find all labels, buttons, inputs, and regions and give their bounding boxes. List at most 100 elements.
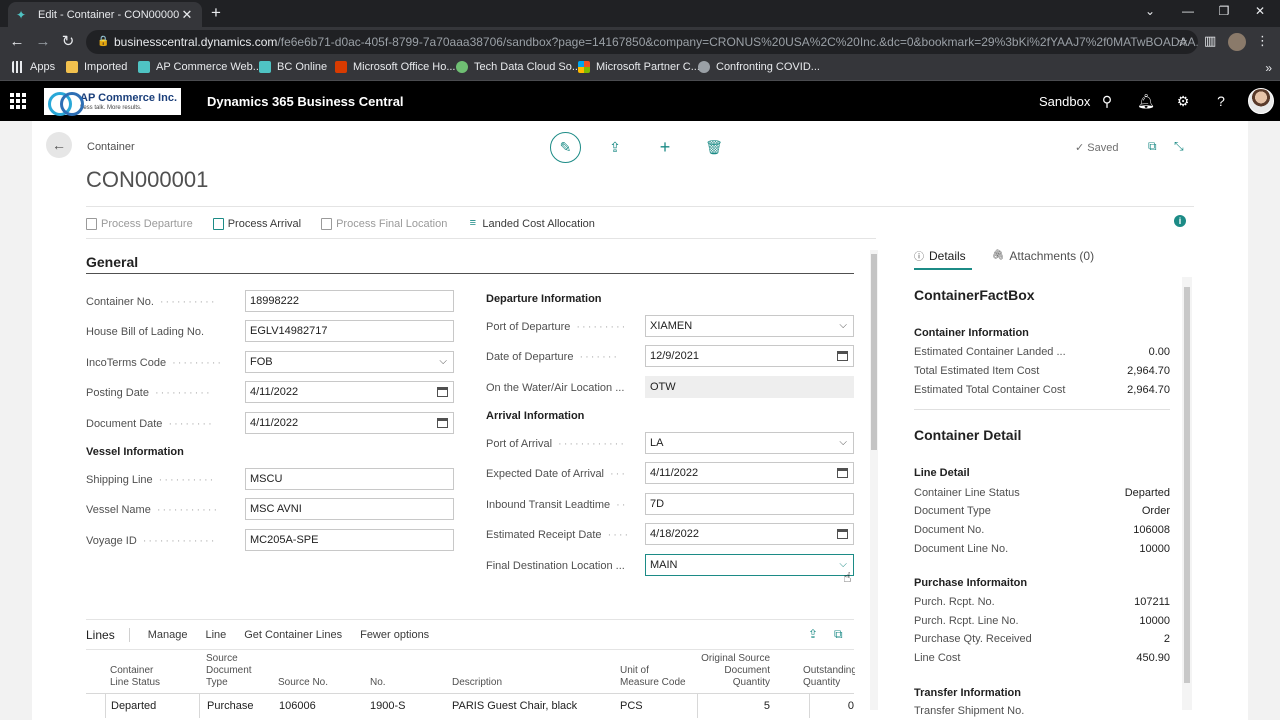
tab-details[interactable]: ⓘ Details <box>914 248 966 264</box>
col-source-document-type[interactable]: Source Document Type <box>206 653 276 689</box>
info-icon[interactable]: i <box>1174 215 1186 227</box>
fb-purchase-qty-received[interactable]: Purchase Qty. Received 2 <box>914 633 1170 647</box>
bookmark-partner[interactable]: Microsoft Partner C... <box>578 61 700 73</box>
cell-original-qty[interactable]: 5 <box>700 700 770 712</box>
col-source-no[interactable]: Source No. <box>278 677 358 689</box>
edit-pencil-icon[interactable]: ✎ <box>550 132 581 163</box>
document-date-input[interactable]: 4/11/2022 <box>245 412 454 434</box>
expand-icon[interactable]: ⧉ <box>834 627 843 642</box>
fb-document-line-no[interactable]: Document Line No. 10000 <box>914 543 1170 557</box>
date-of-departure-input[interactable]: 12/9/2021 <box>645 345 854 367</box>
bookmark-imported[interactable]: Imported <box>66 61 127 73</box>
col-no[interactable]: No. <box>370 677 430 689</box>
delete-trash-icon[interactable]: 🗑︎ <box>704 137 724 157</box>
port-of-arrival-select[interactable]: LA ⌵ <box>645 432 854 454</box>
general-section-title[interactable]: General <box>86 254 138 270</box>
lines-line-action[interactable]: Line <box>205 629 226 641</box>
fb-container-line-status[interactable]: Container Line Status Departed <box>914 487 1170 501</box>
share-icon[interactable]: ⇪ <box>808 627 818 641</box>
process-departure-action[interactable]: Process Departure <box>86 215 193 233</box>
cell-outstanding-qty[interactable]: 0 <box>812 700 854 712</box>
fb-document-type[interactable]: Document Type Order <box>914 505 1170 519</box>
landed-cost-allocation-action[interactable]: ≡ Landed Cost Allocation <box>467 215 595 233</box>
col-unit-of-measure[interactable]: Unit of Measure Code <box>620 665 700 689</box>
restore-icon[interactable]: ❐ <box>1214 4 1234 18</box>
col-outstanding-qty[interactable]: Outstanding Quantity <box>803 665 855 689</box>
tab-search-icon[interactable]: ⌄ <box>1140 4 1160 18</box>
final-destination-location-select[interactable]: MAIN ⌵ <box>645 554 854 576</box>
calendar-icon[interactable] <box>437 418 448 428</box>
vessel-name-input[interactable]: MSC AVNI <box>245 498 454 520</box>
process-final-location-action[interactable]: Process Final Location <box>321 215 447 233</box>
forward-icon[interactable]: → <box>34 33 52 51</box>
app-launcher-icon[interactable] <box>10 93 26 109</box>
house-bill-input[interactable]: EGLV14982717 <box>245 320 454 342</box>
bookmark-apps[interactable]: Apps <box>12 61 55 73</box>
new-tab-icon[interactable]: + <box>206 3 226 23</box>
bookmark-ap-commerce[interactable]: AP Commerce Web... <box>138 61 262 73</box>
fb-purch-rcpt-no[interactable]: Purch. Rcpt. No. 107211 <box>914 596 1170 610</box>
lines-manage-action[interactable]: Manage <box>148 629 188 641</box>
cell-no[interactable]: 1900-S <box>370 700 405 712</box>
calendar-icon[interactable] <box>837 529 848 539</box>
fb-total-item-cost[interactable]: Total Estimated Item Cost 2,964.70 <box>914 365 1170 379</box>
help-icon[interactable]: ? <box>1211 91 1231 111</box>
back-button[interactable]: ← <box>46 132 72 158</box>
col-container-line-status[interactable]: Container Line Status <box>110 665 190 689</box>
open-new-window-icon[interactable]: ⧉ <box>1148 139 1157 154</box>
new-plus-icon[interactable]: + <box>655 137 675 157</box>
cell-description[interactable]: PARIS Guest Chair, black <box>452 700 577 712</box>
calendar-icon[interactable] <box>837 351 848 361</box>
sidebar-icon[interactable]: ▥ <box>1204 33 1216 49</box>
tab-attachments[interactable]: 🖇︎ Attachments (0) <box>992 248 1094 263</box>
shipping-line-input[interactable]: MSCU <box>245 468 454 490</box>
fb-purch-rcpt-line-no[interactable]: Purch. Rcpt. Line No. 10000 <box>914 615 1170 629</box>
voyage-id-input[interactable]: MC205A-SPE <box>245 529 454 551</box>
settings-gear-icon[interactable]: ⚙ <box>1173 91 1193 111</box>
main-scrollbar-thumb[interactable] <box>871 254 877 450</box>
collapse-icon[interactable]: ⤡ <box>1174 139 1184 154</box>
fb-estimated-landed[interactable]: Estimated Container Landed ... 0.00 <box>914 346 1170 360</box>
close-window-icon[interactable]: ✕ <box>1250 4 1270 18</box>
cell-source-doc-type[interactable]: Purchase <box>207 700 253 712</box>
bookmark-bc-online[interactable]: BC Online <box>259 61 327 73</box>
calendar-icon[interactable] <box>437 387 448 397</box>
profile-avatar[interactable] <box>1228 33 1246 51</box>
expected-date-of-arrival-input[interactable]: 4/11/2022 <box>645 462 854 484</box>
bookmark-tech-data[interactable]: Tech Data Cloud So... <box>456 61 581 73</box>
reload-icon[interactable]: ↻ <box>59 33 77 51</box>
share-icon[interactable]: ⇪ <box>605 137 625 157</box>
search-icon[interactable]: ⚲ <box>1097 91 1117 111</box>
posting-date-input[interactable]: 4/11/2022 <box>245 381 454 403</box>
col-original-source-qty[interactable]: Original Source Document Quantity <box>690 653 770 689</box>
cell-source-no[interactable]: 106006 <box>279 700 316 712</box>
cell-uom[interactable]: PCS <box>620 700 643 712</box>
factbox-scrollbar[interactable] <box>1182 277 1192 710</box>
bookmark-star-icon[interactable]: ☆ <box>1177 30 1188 54</box>
bookmark-covid[interactable]: Confronting COVID... <box>698 61 820 73</box>
col-description[interactable]: Description <box>452 677 572 689</box>
incoterms-select[interactable]: FOB ⌵ <box>245 351 454 373</box>
more-menu-icon[interactable]: ⋮ <box>1256 33 1269 49</box>
factbox-scrollbar-thumb[interactable] <box>1184 287 1190 683</box>
main-scrollbar[interactable] <box>870 250 878 710</box>
get-container-lines-action[interactable]: Get Container Lines <box>244 629 342 641</box>
cell-line-status[interactable]: Departed <box>111 700 156 712</box>
user-avatar[interactable] <box>1248 88 1274 114</box>
row-selector[interactable] <box>86 694 106 718</box>
process-arrival-action[interactable]: Process Arrival <box>212 215 301 233</box>
url-input[interactable]: 🔒 businesscentral.dynamics.com/fe6e6b71-d… <box>86 30 1198 54</box>
lines-title[interactable]: Lines <box>86 628 115 642</box>
inbound-transit-leadtime-input[interactable]: 7D <box>645 493 854 515</box>
close-tab-icon[interactable]: ✕ <box>180 7 194 23</box>
calendar-icon[interactable] <box>837 468 848 478</box>
bookmark-office[interactable]: Microsoft Office Ho... <box>335 61 456 73</box>
fb-total-container-cost[interactable]: Estimated Total Container Cost 2,964.70 <box>914 384 1170 398</box>
bookmarks-overflow-icon[interactable]: » <box>1265 61 1272 75</box>
estimated-receipt-date-input[interactable]: 4/18/2022 <box>645 523 854 545</box>
fb-transfer-shipment-no[interactable]: Transfer Shipment No. <box>914 705 1170 719</box>
fb-line-cost[interactable]: Line Cost 450.90 <box>914 652 1170 666</box>
fewer-options-action[interactable]: Fewer options <box>360 629 429 641</box>
port-of-departure-select[interactable]: XIAMEN ⌵ <box>645 315 854 337</box>
browser-tab[interactable]: ✦ Edit - Container - CON000001 - D ✕ <box>8 2 202 27</box>
